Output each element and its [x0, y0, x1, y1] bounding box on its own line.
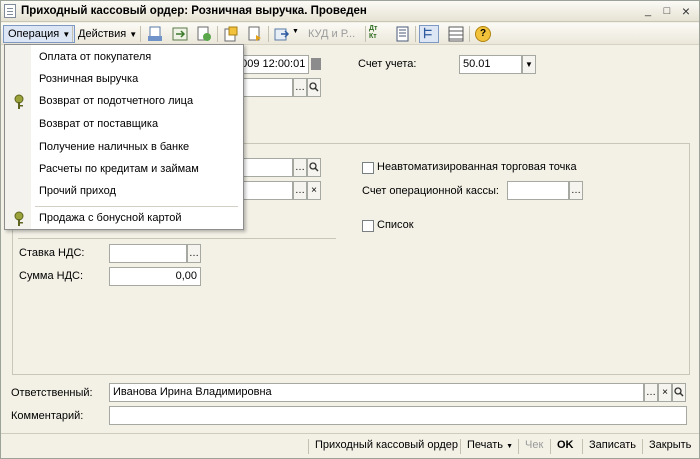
actions-label: Действия	[78, 28, 127, 40]
actions-menu-button[interactable]: Действия ▼	[74, 25, 141, 43]
menu-item-return-from-supplier[interactable]: Возврат от поставщика	[5, 114, 243, 136]
calendar-icon[interactable]	[311, 58, 321, 70]
vat-rate-label: Ставка НДС:	[19, 247, 85, 259]
menu-item-label: Оплата от покупателя	[39, 51, 152, 63]
post-document-icon[interactable]	[147, 26, 163, 42]
vat-rate-field[interactable]	[109, 244, 187, 263]
menu-item-label: Розничная выручка	[39, 73, 139, 85]
save-button[interactable]: Записать	[589, 439, 636, 451]
help-icon[interactable]: ?	[475, 26, 491, 42]
dropdown-arrow-icon: ▼	[525, 60, 533, 69]
search-icon	[309, 162, 319, 172]
toolbar: Операция ▼ Действия ▼ ▼ КУД и Р... Дт Кт…	[1, 23, 699, 45]
clear-button[interactable]: ×	[307, 181, 321, 200]
kudir-button[interactable]: КУД и Р...	[304, 25, 359, 43]
clear-button[interactable]: ×	[658, 383, 672, 402]
key-icon	[14, 211, 24, 226]
refresh-icon[interactable]	[196, 26, 212, 42]
list-label: Список	[377, 219, 414, 231]
select-button[interactable]: …	[569, 181, 583, 200]
dropdown-arrow-icon: ▼	[129, 30, 138, 39]
menu-item-customer-payment[interactable]: Оплата от покупателя	[5, 47, 243, 69]
print-label: Печать	[467, 439, 504, 451]
account-field[interactable]: 50.01	[459, 55, 522, 74]
comment-label: Комментарий:	[11, 410, 84, 422]
menu-item-retail-revenue[interactable]: Розничная выручка	[5, 69, 243, 91]
view-document-icon[interactable]	[172, 26, 188, 42]
minimize-button[interactable]: _	[641, 4, 655, 18]
responsible-field[interactable]: Иванова Ирина Владимировна	[109, 383, 644, 402]
unautomated-label: Неавтоматизированная торговая точка	[377, 161, 577, 173]
menu-item-other-income[interactable]: Прочий приход	[5, 181, 243, 203]
select-button[interactable]: …	[293, 78, 307, 97]
vat-sum-label: Сумма НДС:	[19, 270, 84, 282]
search-icon	[674, 387, 684, 397]
ok-button[interactable]: OK	[557, 439, 574, 451]
cash-account-field[interactable]	[507, 181, 569, 200]
menu-item-label: Прочий приход	[39, 185, 116, 197]
print-form-button[interactable]: Приходный кассовый ордер	[315, 439, 458, 451]
select-button[interactable]: …	[644, 383, 658, 402]
responsible-label: Ответственный:	[11, 387, 93, 399]
operation-label: Операция	[8, 28, 60, 40]
comment-field[interactable]	[109, 406, 687, 425]
dropdown-arrow-icon[interactable]: ▼	[292, 28, 299, 35]
menu-item-label: Продажа с бонусной картой	[39, 212, 182, 224]
journal-icon[interactable]	[395, 26, 411, 42]
copy-document-icon[interactable]	[223, 26, 239, 42]
list-checkbox[interactable]	[362, 220, 374, 232]
open-button[interactable]	[672, 383, 686, 402]
select-button[interactable]: …	[293, 158, 307, 177]
document-window: Приходный кассовый ордер: Розничная выру…	[0, 0, 700, 459]
print-button[interactable]: Печать ▼	[467, 439, 513, 451]
operation-dropdown-menu: Оплата от покупателя Розничная выручка В…	[4, 44, 244, 230]
menu-separator	[35, 206, 238, 207]
menu-item-cash-from-bank[interactable]: Получение наличных в банке	[5, 137, 243, 159]
close-window-button[interactable]: ×	[679, 4, 693, 18]
vat-sum-field[interactable]: 0,00	[109, 267, 201, 286]
menu-item-label: Получение наличных в банке	[39, 141, 190, 153]
maximize-button[interactable]: □	[660, 4, 674, 18]
select-button[interactable]: …	[187, 244, 201, 263]
bottom-command-bar: Приходный кассовый ордер Печать ▼ Чек OK…	[1, 433, 699, 458]
open-button[interactable]	[307, 78, 321, 97]
select-button[interactable]: …	[293, 181, 307, 200]
cash-account-label: Счет операционной кассы:	[362, 185, 499, 197]
menu-item-bonus-card-sale[interactable]: Продажа с бонусной картой	[5, 208, 243, 230]
settings-list-icon[interactable]	[448, 26, 464, 42]
operation-menu-button[interactable]: Операция ▼	[3, 25, 76, 43]
structure-icon	[423, 27, 432, 39]
unautomated-checkbox[interactable]	[362, 162, 374, 174]
dropdown-arrow-icon: ▼	[62, 30, 71, 39]
search-icon	[309, 82, 319, 92]
menu-item-label: Возврат от подотчетного лица	[39, 95, 194, 107]
window-title: Приходный кассовый ордер: Розничная выру…	[21, 5, 367, 17]
create-based-on-icon[interactable]	[247, 26, 263, 42]
go-to-icon[interactable]	[274, 26, 290, 42]
menu-item-return-from-accountable[interactable]: Возврат от подотчетного лица	[5, 91, 243, 113]
structure-button[interactable]	[419, 25, 439, 43]
key-icon	[14, 94, 24, 109]
menu-item-label: Возврат от поставщика	[39, 118, 159, 130]
menu-item-label: Расчеты по кредитам и займам	[39, 163, 199, 175]
dt-kt-icon[interactable]: Дт Кт	[369, 25, 377, 41]
close-button[interactable]: Закрыть	[649, 439, 691, 451]
account-label: Счет учета:	[358, 58, 417, 70]
dropdown-arrow-icon: ▼	[506, 443, 514, 450]
document-icon	[4, 4, 16, 18]
open-button[interactable]	[307, 158, 321, 177]
menu-item-loans[interactable]: Расчеты по кредитам и займам	[5, 159, 243, 181]
account-dropdown-button[interactable]: ▼	[522, 55, 536, 74]
receipt-button[interactable]: Чек	[525, 439, 543, 451]
title-bar: Приходный кассовый ордер: Розничная выру…	[1, 1, 699, 22]
